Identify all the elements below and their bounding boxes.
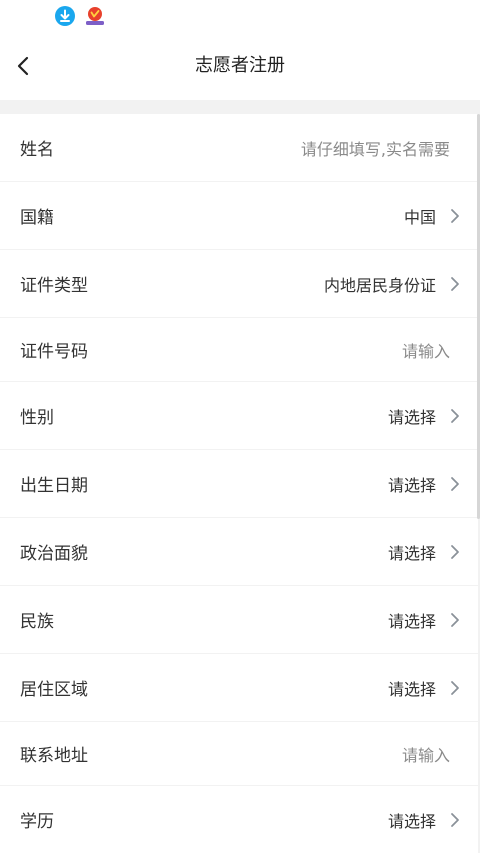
nationality-label: 国籍	[20, 208, 54, 228]
download-icon	[55, 6, 75, 26]
chevron-right-icon	[451, 612, 459, 627]
education-row[interactable]: 学历 请选择	[0, 786, 478, 853]
ethnicity-row[interactable]: 民族 请选择	[0, 586, 478, 653]
id-number-row[interactable]: 证件号码 请输入	[0, 318, 478, 381]
chevron-left-icon	[17, 56, 29, 76]
contact-address-row[interactable]: 联系地址 请输入	[0, 722, 478, 785]
gender-label: 性别	[20, 408, 54, 428]
status-bar	[0, 0, 480, 32]
chevron-right-icon	[451, 680, 459, 695]
name-label: 姓名	[20, 140, 54, 160]
back-button[interactable]	[8, 46, 44, 86]
political-status-label: 政治面貌	[20, 544, 88, 564]
education-label: 学历	[20, 812, 54, 832]
birth-date-value: 请选择	[387, 475, 436, 495]
residence-area-label: 居住区域	[20, 680, 88, 700]
contact-address-input[interactable]: 请输入	[402, 722, 450, 785]
chevron-right-icon	[451, 276, 459, 291]
nationality-value: 中国	[403, 207, 436, 227]
id-number-input[interactable]: 请输入	[402, 318, 450, 381]
ethnicity-label: 民族	[20, 612, 54, 632]
chevron-right-icon	[451, 208, 459, 223]
chevron-right-icon	[451, 812, 459, 827]
nationality-row[interactable]: 国籍 中国	[0, 182, 478, 249]
residence-area-value: 请选择	[387, 679, 436, 699]
id-type-row[interactable]: 证件类型 内地居民身份证	[0, 250, 478, 317]
political-status-row[interactable]: 政治面貌 请选择	[0, 518, 478, 585]
political-status-value: 请选择	[387, 543, 436, 563]
chevron-right-icon	[451, 476, 459, 491]
name-input[interactable]: 请仔细填写,实名需要	[301, 114, 450, 181]
app-notification-icon	[84, 6, 106, 26]
id-number-label: 证件号码	[20, 342, 88, 362]
navigation-bar: 志愿者注册	[0, 32, 480, 100]
ethnicity-value: 请选择	[387, 611, 436, 631]
birth-date-label: 出生日期	[20, 476, 88, 496]
birth-date-row[interactable]: 出生日期 请选择	[0, 450, 478, 517]
registration-form: 姓名 请仔细填写,实名需要 国籍 中国 证件类型 内地居民身份证 证件号码 请输…	[0, 114, 478, 853]
chevron-right-icon	[451, 544, 459, 559]
gender-value: 请选择	[387, 407, 436, 427]
page-title: 志愿者注册	[195, 55, 285, 76]
gender-row[interactable]: 性别 请选择	[0, 382, 478, 449]
volunteer-registration-screen: 志愿者注册 姓名 请仔细填写,实名需要 国籍 中国 证件类型 内地居民身份证 证…	[0, 0, 480, 853]
id-type-value: 内地居民身份证	[323, 275, 436, 295]
contact-address-label: 联系地址	[20, 746, 88, 766]
name-field-row[interactable]: 姓名 请仔细填写,实名需要	[0, 114, 478, 181]
education-value: 请选择	[387, 811, 436, 831]
residence-area-row[interactable]: 居住区域 请选择	[0, 654, 478, 721]
chevron-right-icon	[451, 408, 459, 423]
id-type-label: 证件类型	[20, 276, 88, 296]
